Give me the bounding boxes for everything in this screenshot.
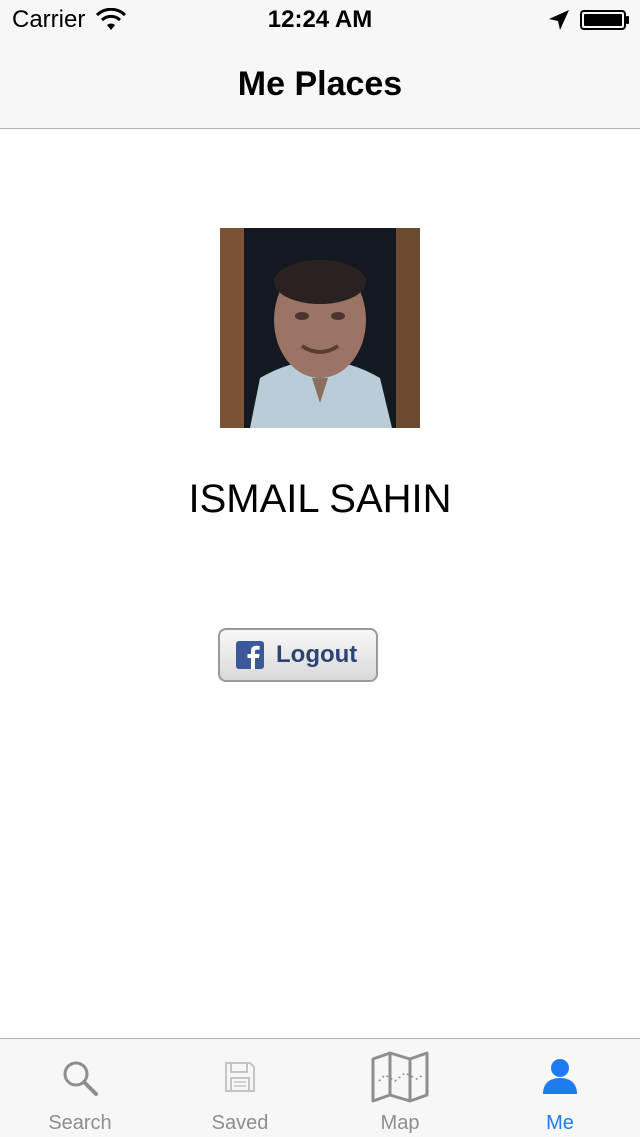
person-icon bbox=[543, 1059, 577, 1094]
facebook-logout-button[interactable]: Logout bbox=[218, 628, 378, 682]
tab-label: Search bbox=[48, 1112, 112, 1134]
tab-label: Saved bbox=[211, 1112, 269, 1134]
tab-label: Me bbox=[546, 1112, 574, 1134]
facebook-icon bbox=[236, 641, 264, 669]
map-icon bbox=[371, 1051, 429, 1103]
status-time: 12:24 AM bbox=[267, 6, 373, 33]
tab-bar: Search Saved Map Me bbox=[0, 1038, 640, 1137]
navigation-bar: Me Places bbox=[0, 40, 640, 129]
floppy-disk-icon bbox=[225, 1062, 255, 1092]
battery-full-icon bbox=[580, 10, 629, 30]
status-bar: Carrier 12:24 AM bbox=[0, 0, 640, 40]
user-name: ISMAIL SAHIN bbox=[188, 477, 452, 521]
profile-photo-image bbox=[220, 228, 420, 428]
page-title: Me Places bbox=[237, 65, 403, 103]
tab-search[interactable]: Search bbox=[0, 1039, 160, 1137]
logout-label: Logout bbox=[276, 641, 358, 668]
profile-photo bbox=[220, 228, 420, 428]
tab-label: Map bbox=[380, 1112, 420, 1134]
tab-me[interactable]: Me bbox=[480, 1039, 640, 1137]
tab-saved[interactable]: Saved bbox=[160, 1039, 320, 1137]
location-arrow-icon bbox=[549, 10, 569, 30]
tab-map[interactable]: Map bbox=[320, 1039, 480, 1137]
search-icon bbox=[63, 1061, 98, 1096]
